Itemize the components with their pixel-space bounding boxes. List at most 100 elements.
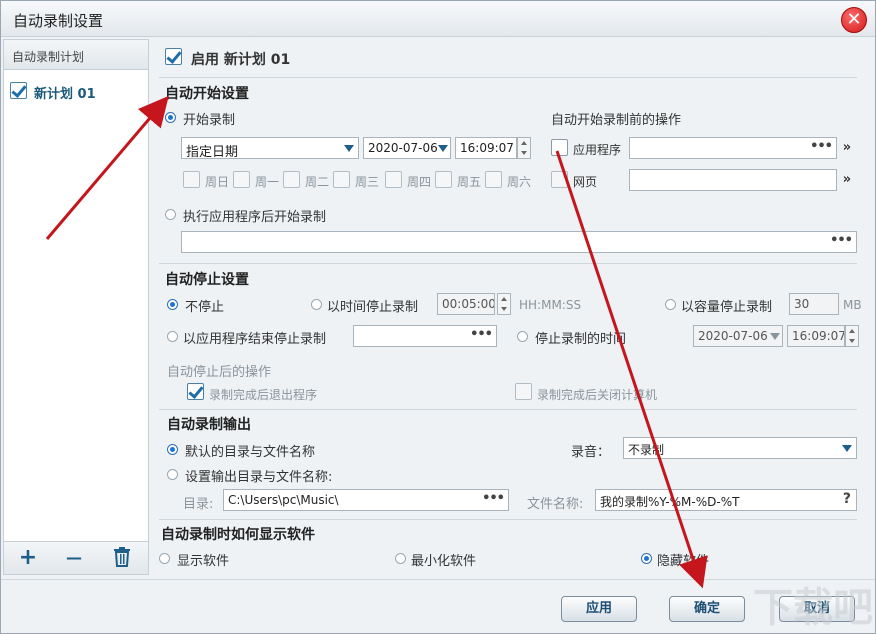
stop-duration-value: 00:05:00 <box>442 297 495 311</box>
stop-time-field[interactable]: 16:09:07 <box>787 325 845 347</box>
app-checkbox[interactable] <box>551 139 568 156</box>
weekday-checkbox[interactable] <box>183 171 200 188</box>
stop-time-spinner[interactable] <box>845 325 859 347</box>
weekday-checkbox[interactable] <box>485 171 502 188</box>
stop-time-value: 16:09:07 <box>792 329 845 343</box>
stop-date-field[interactable]: 2020-07-06 <box>693 325 783 347</box>
title-bar[interactable]: 自动录制设置 ✕ <box>1 1 875 37</box>
plan-list-header: 自动录制计划 <box>4 40 148 70</box>
delete-plan-icon[interactable] <box>110 546 134 574</box>
exit-program-label: 录制完成后退出程序 <box>209 388 318 402</box>
trash-icon <box>114 547 130 567</box>
chevron-down-icon <box>344 145 354 152</box>
time-unit-label: HH:MM:SS <box>519 298 582 312</box>
audio-value: 不录制 <box>628 443 665 457</box>
stop-duration-spinner[interactable] <box>497 293 511 315</box>
web-go-icon[interactable]: » <box>837 169 857 191</box>
plan-list-toolbar: + — <box>3 541 149 575</box>
date-mode-select[interactable]: 指定日期 <box>181 137 359 159</box>
start-time-value: 16:09:07 <box>460 141 514 155</box>
stop-by-time-label: 以时间停止录制 <box>327 300 419 315</box>
weekday-label: 周六 <box>507 175 532 189</box>
web-checkbox[interactable] <box>551 171 568 188</box>
start-date-field[interactable]: 2020-07-06 <box>363 137 451 159</box>
chevron-down-icon <box>842 445 852 452</box>
app-go-icon[interactable]: » <box>837 137 857 159</box>
start-record-radio[interactable] <box>165 112 176 123</box>
window-title: 自动录制设置 <box>13 12 104 30</box>
browse-dots-icon[interactable]: ••• <box>830 233 853 248</box>
show-app-radio[interactable] <box>159 553 170 564</box>
add-plan-icon[interactable]: + <box>16 546 40 570</box>
plan-list-panel: 自动录制计划 新计划 01 <box>3 39 149 575</box>
weekday-label: 周日 <box>205 175 230 189</box>
enable-plan-label: 启用 新计划 01 <box>191 52 291 68</box>
no-stop-label: 不停止 <box>185 300 225 315</box>
no-stop-radio[interactable] <box>167 299 178 310</box>
custom-output-label: 设置输出目录与文件名称: <box>185 470 333 485</box>
auto-stop-title: 自动停止设置 <box>165 272 249 288</box>
stop-app-path-field[interactable]: ••• <box>353 325 497 347</box>
filename-label: 文件名称: <box>527 497 584 512</box>
after-app-start-radio[interactable] <box>165 209 176 220</box>
plan-list-item[interactable]: 新计划 01 <box>4 74 148 108</box>
custom-output-radio[interactable] <box>167 469 178 480</box>
apply-button[interactable]: 应用 <box>561 596 637 622</box>
shutdown-checkbox[interactable] <box>515 383 532 400</box>
stop-date-value: 2020-07-06 <box>698 329 768 343</box>
app-path-field[interactable]: ••• <box>629 137 837 159</box>
stop-at-time-label: 停止录制的时间 <box>535 332 627 347</box>
start-date-value: 2020-07-06 <box>368 141 438 155</box>
start-time-spinner[interactable] <box>517 137 531 159</box>
size-unit-label: MB <box>843 298 862 312</box>
chevron-down-icon <box>438 145 448 152</box>
exit-program-checkbox[interactable] <box>187 383 204 400</box>
help-icon[interactable]: ? <box>843 491 851 507</box>
watermark-logo: 下载吧 <box>753 585 873 631</box>
minimize-app-radio[interactable] <box>395 553 406 564</box>
stop-size-value: 30 <box>794 297 810 311</box>
hide-app-radio[interactable] <box>641 553 652 564</box>
divider <box>159 77 857 78</box>
stop-duration-field[interactable]: 00:05:00 <box>437 293 495 315</box>
after-stop-title: 自动停止后的操作 <box>167 365 272 380</box>
default-output-radio[interactable] <box>167 444 178 455</box>
stop-at-time-radio[interactable] <box>517 331 528 342</box>
weekday-checkbox[interactable] <box>435 171 452 188</box>
weekday-checkbox[interactable] <box>333 171 350 188</box>
filename-value: 我的录制%Y-%M-%D-%T <box>600 495 740 509</box>
output-title: 自动录制输出 <box>167 417 251 433</box>
web-url-field[interactable] <box>629 169 837 191</box>
divider <box>159 409 857 410</box>
pre-actions-title: 自动开始录制前的操作 <box>551 113 682 128</box>
hide-app-label: 隐藏软件 <box>657 554 710 569</box>
browse-dots-icon[interactable]: ••• <box>810 139 833 154</box>
browse-dots-icon[interactable]: ••• <box>482 491 505 506</box>
weekday-label: 周四 <box>407 175 432 189</box>
date-mode-value: 指定日期 <box>186 145 239 159</box>
show-app-label: 显示软件 <box>177 554 230 569</box>
start-time-field[interactable]: 16:09:07 <box>455 137 517 159</box>
dir-field[interactable]: C:\Users\pc\Music\ ••• <box>223 489 509 511</box>
stop-by-time-radio[interactable] <box>311 299 322 310</box>
dialog-window: 自动录制设置 ✕ 自动录制计划 新计划 01 + — 启用 新计划 01 自动开… <box>0 0 876 634</box>
ok-button[interactable]: 确定 <box>669 596 745 622</box>
remove-plan-icon[interactable]: — <box>62 546 86 570</box>
weekday-checkbox[interactable] <box>233 171 250 188</box>
stop-by-size-radio[interactable] <box>665 299 676 310</box>
after-app-path-field[interactable]: ••• <box>181 231 857 253</box>
enable-plan-checkbox[interactable] <box>165 48 182 65</box>
stop-by-app-end-label: 以应用程序结束停止录制 <box>183 332 327 347</box>
filename-field[interactable]: 我的录制%Y-%M-%D-%T ? <box>595 489 857 511</box>
divider <box>159 263 857 264</box>
stop-size-field[interactable]: 30 <box>789 293 839 315</box>
stop-by-app-end-radio[interactable] <box>167 331 178 342</box>
plan-item-checkbox[interactable] <box>10 82 27 99</box>
weekday-checkbox[interactable] <box>385 171 402 188</box>
display-title: 自动录制时如何显示软件 <box>161 527 315 543</box>
close-button[interactable]: ✕ <box>841 7 867 33</box>
weekday-checkbox[interactable] <box>283 171 300 188</box>
dialog-footer: 应用 确定 取消 <box>1 579 875 633</box>
audio-select[interactable]: 不录制 <box>623 437 857 459</box>
browse-dots-icon[interactable]: ••• <box>470 327 493 342</box>
